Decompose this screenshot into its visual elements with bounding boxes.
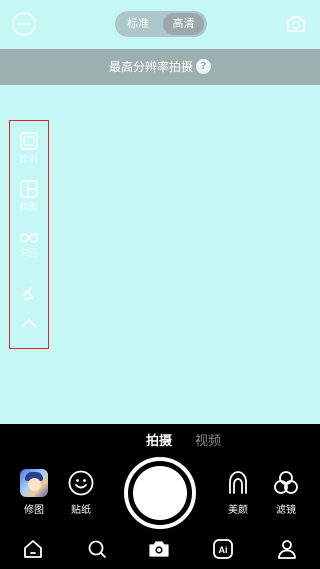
- mode-photo-tab[interactable]: 拍摄: [146, 430, 172, 449]
- smiley-icon: [68, 470, 94, 496]
- edit-thumbnail: [20, 469, 48, 497]
- ai-icon: Ai: [213, 539, 233, 559]
- nav-camera[interactable]: [148, 538, 170, 560]
- nav-home[interactable]: [22, 538, 44, 560]
- quality-hd-option[interactable]: 高清: [163, 13, 204, 35]
- camera-icon: [149, 541, 169, 557]
- filter-label: 滤镜: [276, 505, 296, 516]
- mode-video-tab[interactable]: 视频: [195, 430, 221, 449]
- shutter-inner: [133, 466, 187, 520]
- ratio-label: 比例: [19, 155, 38, 165]
- nav-search[interactable]: [86, 538, 108, 560]
- profile-icon: [278, 540, 296, 559]
- sticker-label: 贴纸: [71, 505, 91, 516]
- edit-photo-button[interactable]: 修图: [14, 469, 54, 516]
- shutter-button[interactable]: [124, 457, 196, 529]
- home-icon: [24, 540, 42, 558]
- flip-camera-icon: [287, 16, 305, 32]
- more-dots-icon: [12, 12, 36, 36]
- grid-tool[interactable]: 构图: [10, 179, 47, 213]
- help-icon[interactable]: ?: [196, 59, 211, 74]
- camera-viewfinder[interactable]: 标准 高清 最高分辨率拍摄 ? 比例 构图 来回: [0, 0, 320, 424]
- ai-icon-text: Ai: [219, 545, 228, 555]
- mode-tabs: 拍摄 视频: [0, 430, 320, 450]
- filter-button[interactable]: 滤镜: [266, 469, 306, 516]
- beauty-label: 美颜: [228, 505, 248, 516]
- side-toolbar: 比例 构图 来回: [9, 120, 49, 349]
- flip-camera-button[interactable]: [283, 11, 309, 37]
- banner-text: 最高分辨率拍摄: [108, 60, 193, 74]
- collapse-toolbar-button[interactable]: [10, 317, 47, 329]
- grid-label: 构图: [19, 203, 38, 213]
- search-icon: [88, 540, 106, 558]
- sticker-button[interactable]: 贴纸: [61, 469, 101, 516]
- more-options-button[interactable]: [11, 11, 37, 37]
- nav-ai[interactable]: Ai: [212, 538, 234, 560]
- loop-label: 来回: [19, 249, 38, 259]
- aspect-ratio-icon: [19, 132, 38, 150]
- brush-tool[interactable]: [10, 285, 47, 303]
- edit-label: 修图: [24, 505, 44, 516]
- infinity-loop-icon: [19, 233, 38, 243]
- quality-toggle[interactable]: 标准 高清: [115, 11, 207, 37]
- filter-circles-icon: [274, 471, 298, 494]
- loop-tool[interactable]: 来回: [10, 231, 47, 259]
- bottom-nav: Ai: [0, 535, 320, 565]
- beauty-face-icon: [229, 471, 247, 494]
- beauty-button[interactable]: 美颜: [218, 469, 258, 516]
- grid-icon: [19, 180, 38, 198]
- ratio-tool[interactable]: 比例: [10, 131, 47, 165]
- quality-standard-option[interactable]: 标准: [115, 11, 161, 37]
- nav-profile[interactable]: [276, 538, 298, 560]
- resolution-banner: 最高分辨率拍摄 ?: [0, 49, 320, 85]
- chevron-up-icon: [21, 319, 36, 327]
- brush-icon: [22, 287, 34, 300]
